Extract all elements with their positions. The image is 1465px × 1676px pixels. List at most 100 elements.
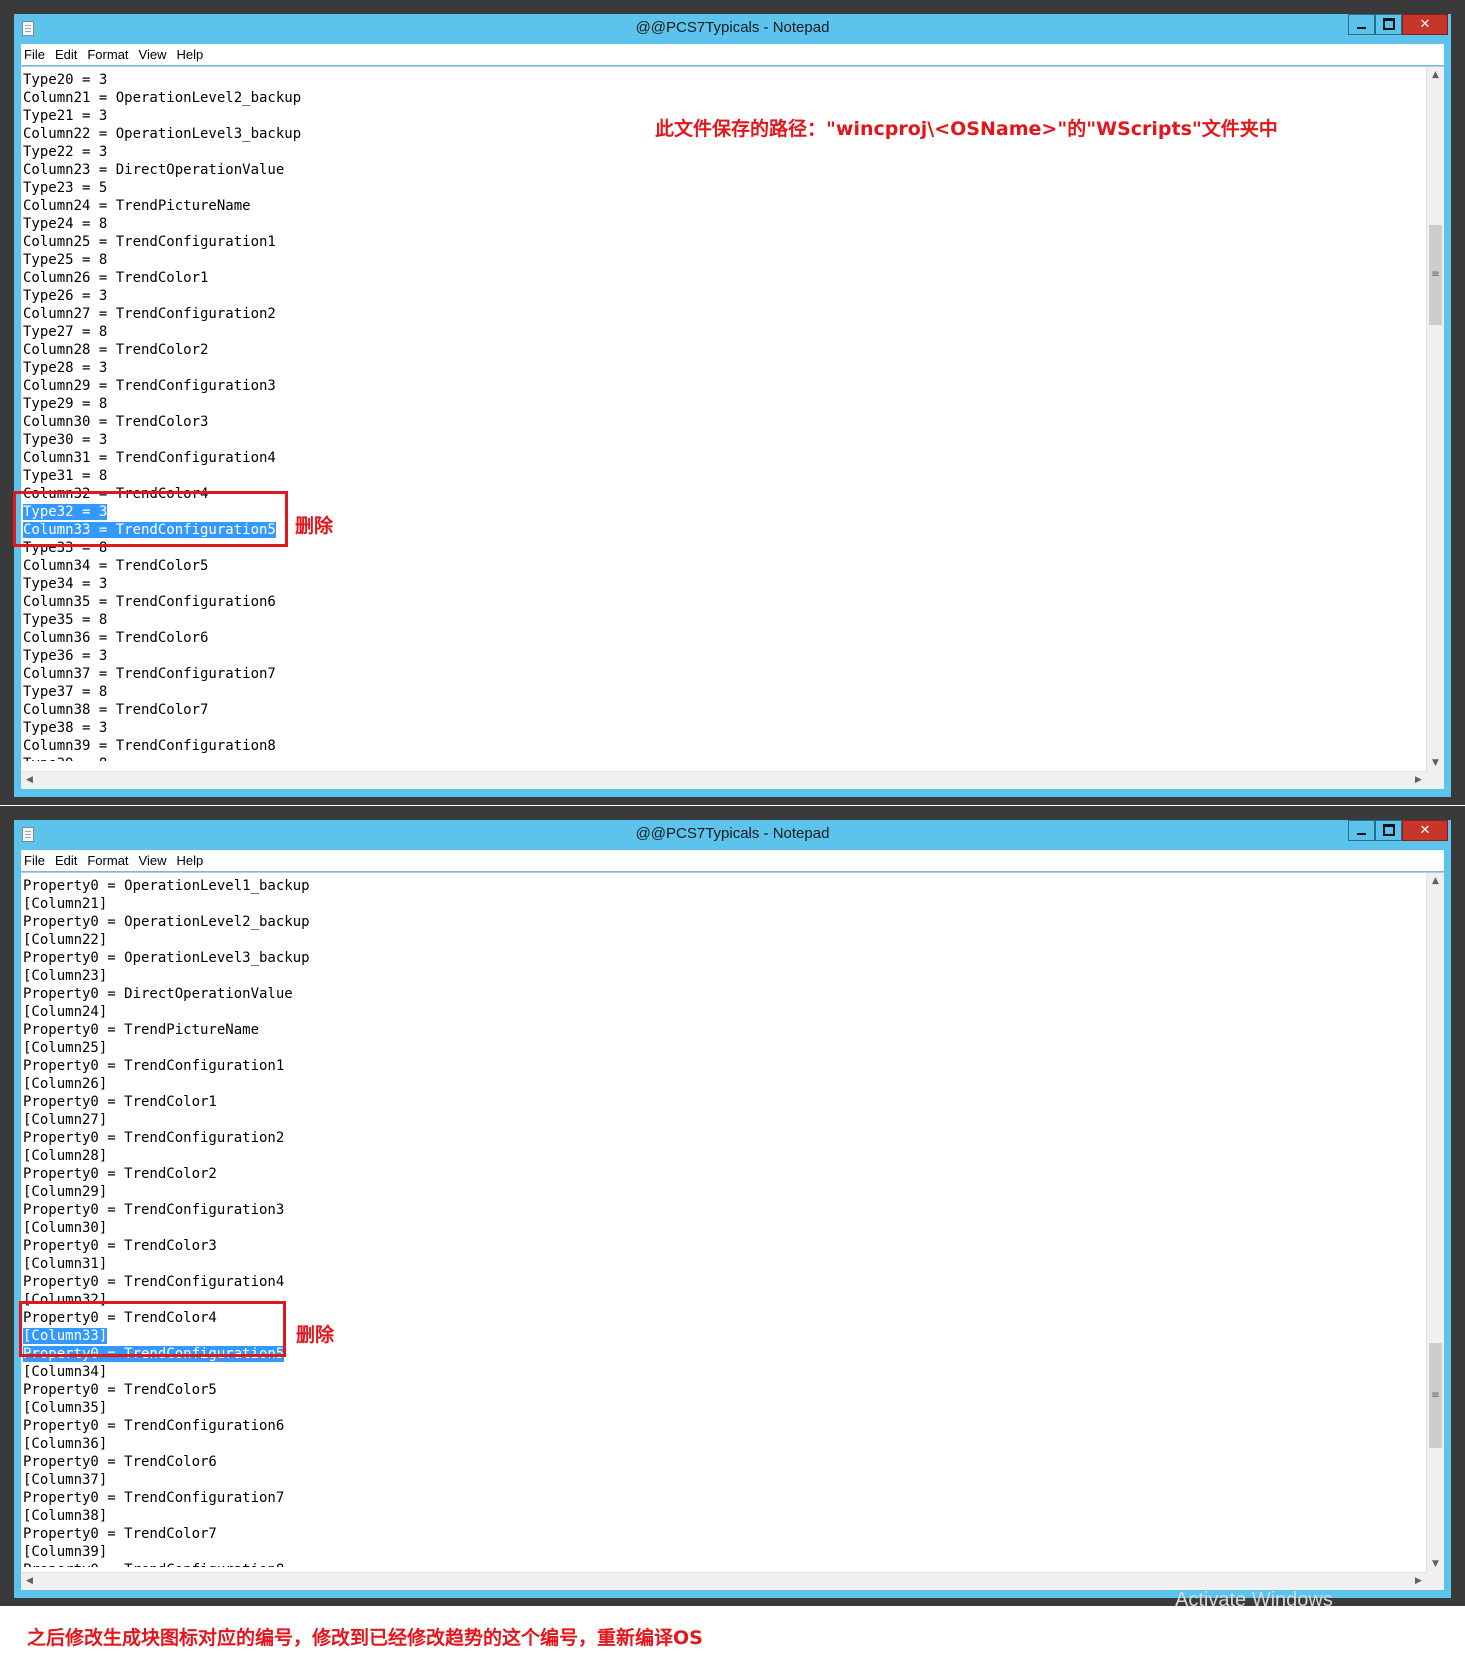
text-line[interactable]: Type31 = 8	[23, 467, 1343, 485]
text-line[interactable]: [Column38]	[23, 1507, 1343, 1525]
text-line[interactable]: Type27 = 8	[23, 323, 1343, 341]
text-line[interactable]: Column31 = TrendConfiguration4	[23, 449, 1343, 467]
text-line[interactable]: Column39 = TrendConfiguration8	[23, 737, 1343, 755]
minimize-button[interactable]	[1348, 14, 1375, 35]
scroll-left-arrow-icon[interactable]: ◀	[21, 1573, 38, 1590]
text-line[interactable]: Property0 = DirectOperationValue	[23, 985, 1343, 1003]
text-line[interactable]: Property0 = TrendColor2	[23, 1165, 1343, 1183]
text-line[interactable]: Column30 = TrendColor3	[23, 413, 1343, 431]
vertical-scrollbar[interactable]: ▲ ≡ ▼	[1426, 67, 1444, 772]
text-line[interactable]: Type24 = 8	[23, 215, 1343, 233]
minimize-button[interactable]	[1348, 820, 1375, 841]
text-line[interactable]: Property0 = TrendConfiguration8	[23, 1561, 1343, 1567]
text-line[interactable]: [Column37]	[23, 1471, 1343, 1489]
scroll-thumb[interactable]: ≡	[1429, 225, 1442, 325]
menu-file[interactable]: File	[21, 850, 50, 871]
text-content[interactable]: Property0 = OperationLevel1_backup [Colum…	[23, 877, 1343, 1567]
size-grip[interactable]	[1427, 772, 1444, 789]
menu-file[interactable]: File	[21, 44, 50, 65]
text-line[interactable]: Property0 = TrendConfiguration6	[23, 1417, 1343, 1435]
text-line[interactable]: Type34 = 3	[23, 575, 1343, 593]
text-line[interactable]: Column21 = OperationLevel2_backup	[23, 89, 1343, 107]
text-line[interactable]: [Column39]	[23, 1543, 1343, 1561]
text-line[interactable]: Type29 = 8	[23, 395, 1343, 413]
text-line[interactable]: [Column28]	[23, 1147, 1343, 1165]
maximize-button[interactable]	[1375, 820, 1402, 841]
text-line[interactable]: Column23 = DirectOperationValue	[23, 161, 1343, 179]
text-line[interactable]: Property0 = TrendConfiguration1	[23, 1057, 1343, 1075]
title-bar[interactable]: @@PCS7Typicals - Notepad ✕	[14, 14, 1451, 44]
horizontal-scrollbar[interactable]: ◀ ▶	[21, 771, 1427, 789]
text-line[interactable]: Type37 = 8	[23, 683, 1343, 701]
text-line[interactable]: Column28 = TrendColor2	[23, 341, 1343, 359]
text-line[interactable]: Property0 = TrendColor3	[23, 1237, 1343, 1255]
menu-view[interactable]: View	[134, 850, 172, 871]
text-line[interactable]: [Column27]	[23, 1111, 1343, 1129]
horizontal-scrollbar[interactable]: ◀ ▶	[21, 1572, 1427, 1590]
text-line[interactable]: Type22 = 3	[23, 143, 1343, 161]
text-line[interactable]: Type28 = 3	[23, 359, 1343, 377]
size-grip[interactable]	[1427, 1573, 1444, 1590]
text-line[interactable]: Property0 = TrendConfiguration2	[23, 1129, 1343, 1147]
text-line[interactable]: Type25 = 8	[23, 251, 1343, 269]
text-line[interactable]: [Column30]	[23, 1219, 1343, 1237]
text-line[interactable]: Column37 = TrendConfiguration7	[23, 665, 1343, 683]
menu-format[interactable]: Format	[82, 44, 133, 65]
menu-edit[interactable]: Edit	[50, 44, 82, 65]
text-line[interactable]: Column35 = TrendConfiguration6	[23, 593, 1343, 611]
text-line[interactable]: Property0 = TrendPictureName	[23, 1021, 1343, 1039]
scroll-thumb[interactable]: ≡	[1429, 1343, 1442, 1448]
scroll-left-arrow-icon[interactable]: ◀	[21, 772, 38, 789]
text-line[interactable]: Type26 = 3	[23, 287, 1343, 305]
text-line[interactable]: Property0 = TrendColor5	[23, 1381, 1343, 1399]
text-line[interactable]: [Column35]	[23, 1399, 1343, 1417]
menu-help[interactable]: Help	[171, 850, 208, 871]
text-line[interactable]: [Column23]	[23, 967, 1343, 985]
text-line[interactable]: [Column24]	[23, 1003, 1343, 1021]
text-line[interactable]: Type20 = 3	[23, 71, 1343, 89]
text-editor[interactable]: Type20 = 3 Column21 = OperationLevel2_bac…	[21, 66, 1444, 789]
text-line[interactable]: Property0 = OperationLevel3_backup	[23, 949, 1343, 967]
text-line[interactable]: Column38 = TrendColor7	[23, 701, 1343, 719]
text-line[interactable]: Column25 = TrendConfiguration1	[23, 233, 1343, 251]
text-line[interactable]: [Column21]	[23, 895, 1343, 913]
text-line[interactable]: Property0 = TrendConfiguration3	[23, 1201, 1343, 1219]
scroll-right-arrow-icon[interactable]: ▶	[1410, 772, 1427, 789]
menu-view[interactable]: View	[134, 44, 172, 65]
text-line[interactable]: [Column31]	[23, 1255, 1343, 1273]
vertical-scrollbar[interactable]: ▲ ≡ ▼	[1426, 873, 1444, 1573]
scroll-down-arrow-icon[interactable]: ▼	[1427, 1556, 1444, 1573]
maximize-button[interactable]	[1375, 14, 1402, 35]
text-line[interactable]: [Column34]	[23, 1363, 1343, 1381]
text-line[interactable]: Column24 = TrendPictureName	[23, 197, 1343, 215]
text-line[interactable]: [Column25]	[23, 1039, 1343, 1057]
text-line[interactable]: Column29 = TrendConfiguration3	[23, 377, 1343, 395]
text-line[interactable]: [Column29]	[23, 1183, 1343, 1201]
text-line[interactable]: Property0 = TrendColor7	[23, 1525, 1343, 1543]
scroll-down-arrow-icon[interactable]: ▼	[1427, 755, 1444, 772]
text-line[interactable]: [Column36]	[23, 1435, 1343, 1453]
text-line[interactable]: Column36 = TrendColor6	[23, 629, 1343, 647]
scroll-up-arrow-icon[interactable]: ▲	[1427, 67, 1444, 84]
text-line[interactable]: [Column26]	[23, 1075, 1343, 1093]
text-line[interactable]: Type30 = 3	[23, 431, 1343, 449]
text-line[interactable]: Type23 = 5	[23, 179, 1343, 197]
text-line[interactable]: [Column22]	[23, 931, 1343, 949]
menu-edit[interactable]: Edit	[50, 850, 82, 871]
scroll-right-arrow-icon[interactable]: ▶	[1410, 1573, 1427, 1590]
close-button[interactable]: ✕	[1402, 14, 1448, 35]
text-line[interactable]: Type38 = 3	[23, 719, 1343, 737]
text-line[interactable]: Property0 = TrendConfiguration4	[23, 1273, 1343, 1291]
text-line[interactable]: Column34 = TrendColor5	[23, 557, 1343, 575]
text-line[interactable]: Column27 = TrendConfiguration2	[23, 305, 1343, 323]
menu-help[interactable]: Help	[171, 44, 208, 65]
close-button[interactable]: ✕	[1402, 820, 1448, 841]
text-line[interactable]: Property0 = TrendConfiguration7	[23, 1489, 1343, 1507]
scroll-up-arrow-icon[interactable]: ▲	[1427, 873, 1444, 890]
text-line[interactable]: Type35 = 8	[23, 611, 1343, 629]
text-editor[interactable]: Property0 = OperationLevel1_backup [Colum…	[21, 872, 1444, 1590]
text-line[interactable]: Property0 = TrendColor6	[23, 1453, 1343, 1471]
text-line[interactable]: Type39 = 8	[23, 755, 1343, 761]
text-line[interactable]: Property0 = TrendColor1	[23, 1093, 1343, 1111]
text-line[interactable]: Property0 = OperationLevel2_backup	[23, 913, 1343, 931]
